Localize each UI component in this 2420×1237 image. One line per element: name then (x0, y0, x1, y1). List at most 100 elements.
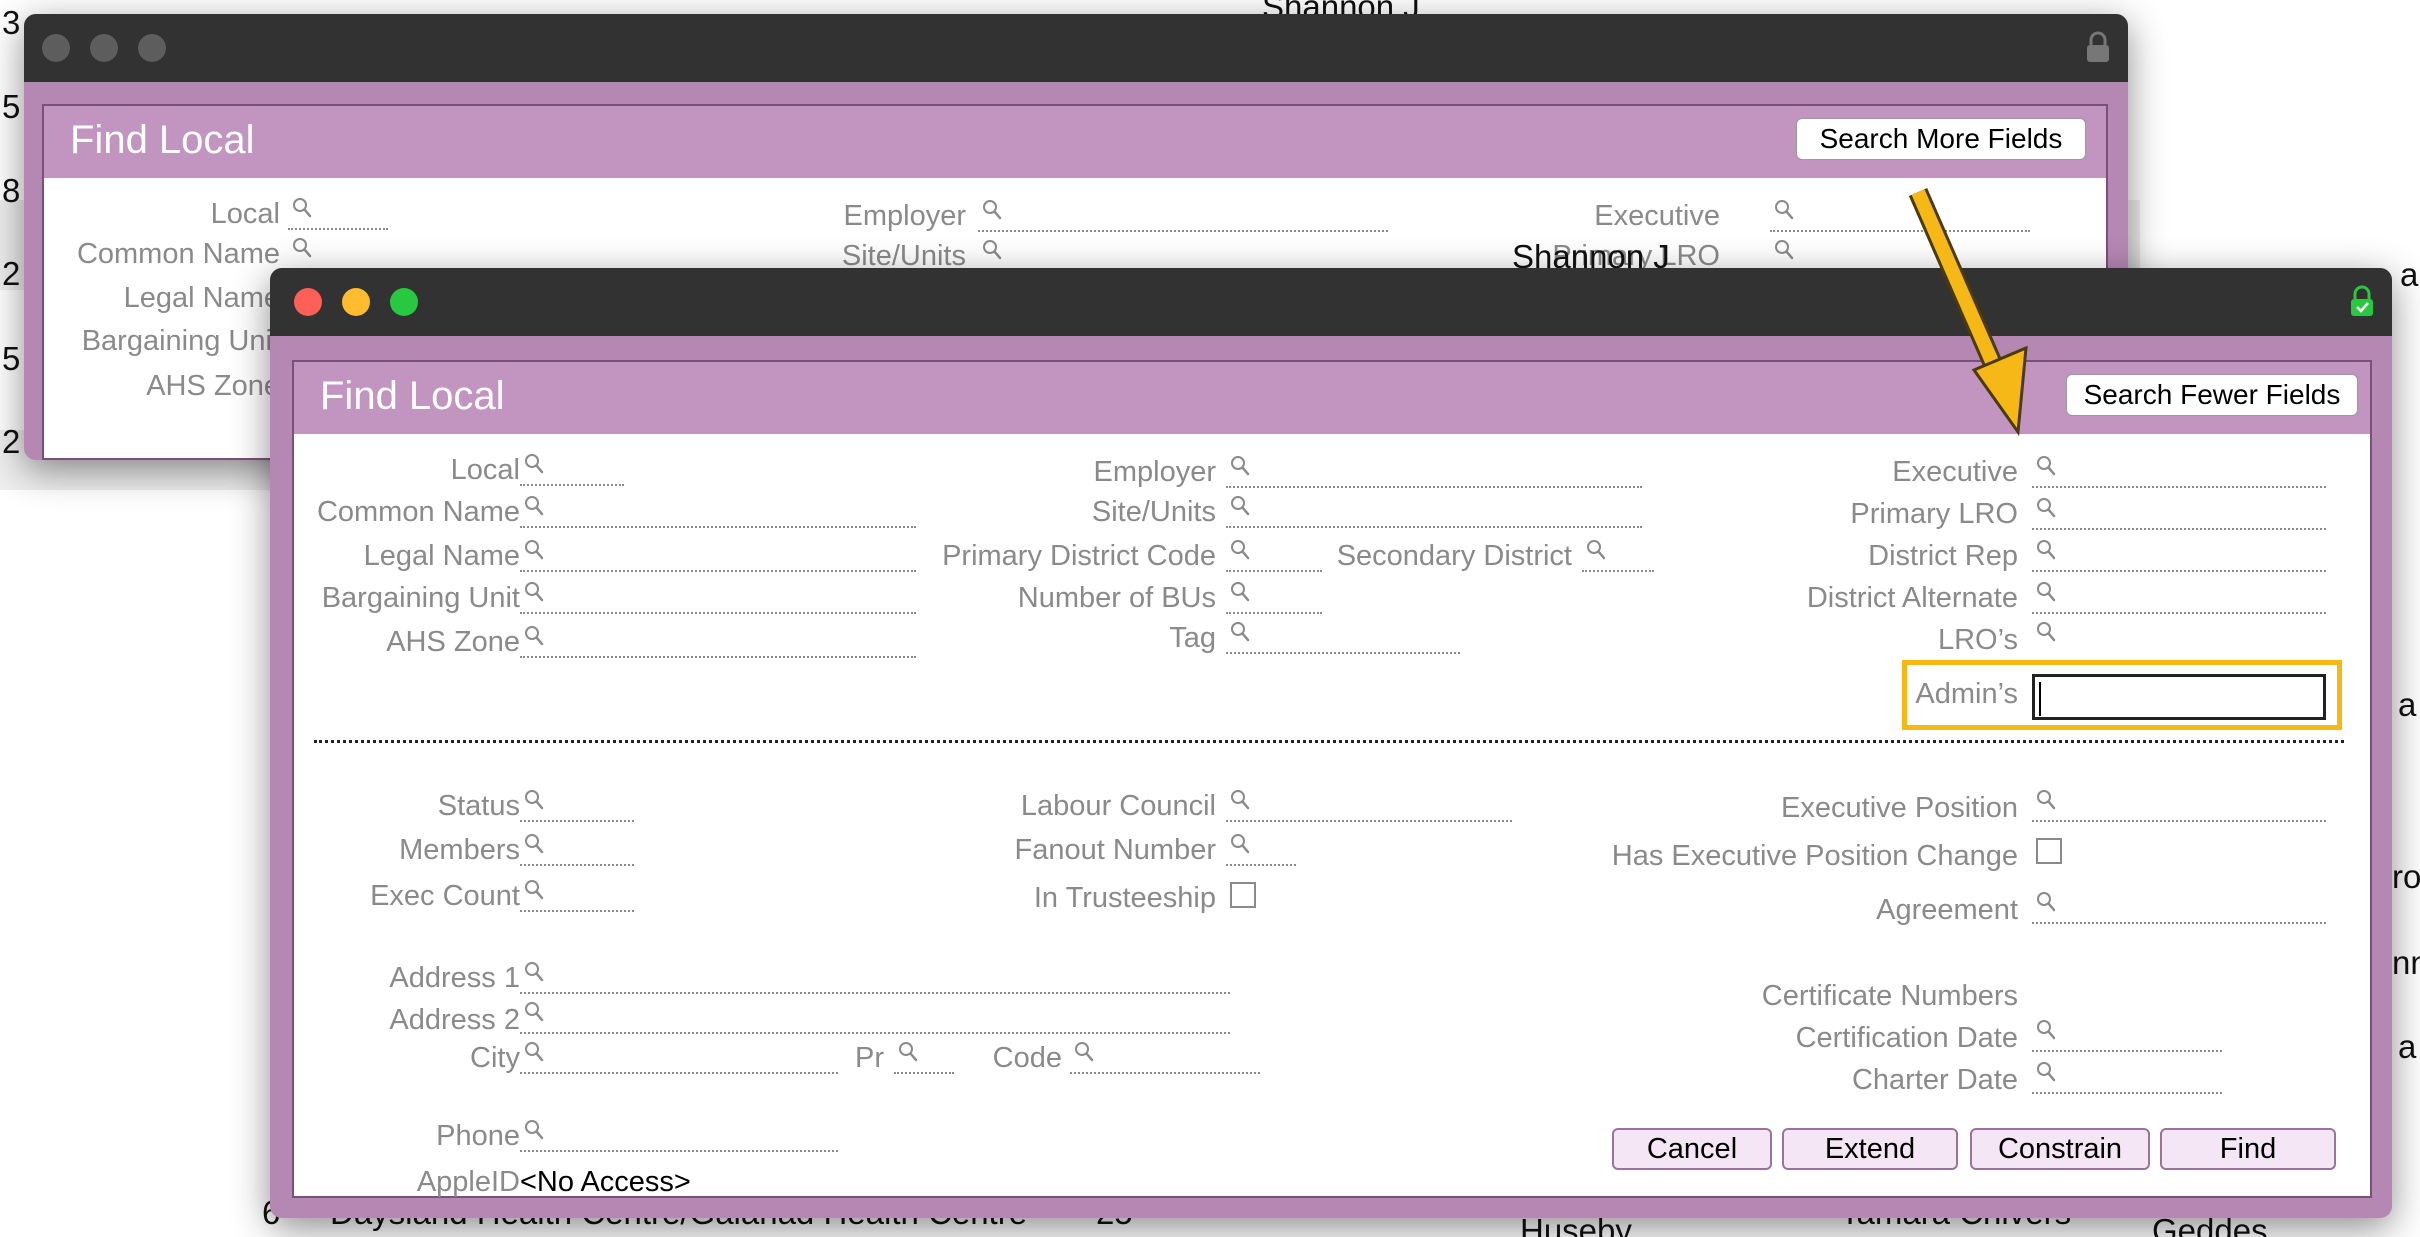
search-icon (2036, 455, 2056, 477)
constrain-button[interactable]: Constrain (1970, 1128, 2150, 1170)
back-employer-label: Employer (843, 200, 967, 232)
certification-date-label: Certification Date (1795, 1022, 2018, 1054)
certificate-numbers-label: Certificate Numbers (1761, 980, 2018, 1012)
address-2-search-field[interactable] (520, 998, 1230, 1034)
search-icon (1230, 789, 1250, 811)
charter-date-label: Charter Date (1851, 1064, 2018, 1096)
back-window-close-button[interactable] (42, 34, 70, 62)
search-icon (2036, 1061, 2056, 1083)
background-row-number: 5 (2, 340, 21, 377)
search-icon (292, 237, 312, 259)
search-fewer-fields-button[interactable]: Search Fewer Fields (2066, 374, 2358, 416)
secondary-district-search-field[interactable] (1582, 536, 1654, 572)
postal-code-search-field[interactable] (1070, 1038, 1260, 1074)
members-search-field[interactable] (520, 830, 634, 866)
legal-name-search-field[interactable] (520, 536, 916, 572)
background-row-number: 2 (2, 255, 21, 292)
phone-label: Phone (436, 1120, 520, 1152)
common-name-label: Common Name (316, 496, 520, 528)
executive-position-search-field[interactable] (2032, 786, 2326, 822)
agreement-label: Agreement (1876, 894, 2018, 926)
search-icon (982, 199, 1002, 221)
ahs-zone-search-field[interactable] (520, 622, 916, 658)
zoom-button[interactable] (390, 288, 418, 316)
address-2-label: Address 2 (389, 1004, 520, 1036)
lock-icon (2087, 31, 2109, 62)
find-button[interactable]: Find (2160, 1128, 2336, 1170)
close-button[interactable] (294, 288, 322, 316)
appleid-value: <No Access> (520, 1166, 691, 1198)
search-icon (524, 879, 544, 901)
primary-district-code-label: Primary District Code (942, 540, 1216, 572)
lros-search-field[interactable] (2032, 618, 2326, 654)
primary-lro-search-field[interactable] (2032, 494, 2326, 530)
annotation-arrow-icon (1908, 188, 2028, 437)
exec-count-search-field[interactable] (520, 876, 634, 912)
back-common-name-field[interactable] (288, 234, 318, 270)
back-window-zoom-button[interactable] (138, 34, 166, 62)
in-trusteeship-checkbox[interactable] (1230, 882, 1256, 908)
back-window-title: Find Local (70, 118, 255, 162)
local-label: Local (450, 454, 520, 486)
search-more-fields-button[interactable]: Search More Fields (1796, 118, 2086, 160)
local-search-field[interactable] (520, 450, 624, 486)
status-search-field[interactable] (520, 786, 634, 822)
search-icon (1774, 239, 1794, 261)
back-ahs-zone-label: AHS Zone (146, 370, 280, 402)
back-window-titlebar[interactable] (24, 14, 2128, 82)
appleid-label: AppleID (416, 1166, 520, 1198)
search-icon (898, 1041, 918, 1063)
certification-date-search-field[interactable] (2032, 1016, 2222, 1052)
district-alternate-search-field[interactable] (2032, 578, 2326, 614)
primary-district-code-search-field[interactable] (1226, 536, 1322, 572)
number-of-bus-search-field[interactable] (1226, 578, 1322, 614)
district-rep-label: District Rep (1868, 540, 2018, 572)
fanout-number-search-field[interactable] (1226, 830, 1296, 866)
cancel-button[interactable]: Cancel (1612, 1128, 1772, 1170)
search-icon (2036, 539, 2056, 561)
back-local-field[interactable] (288, 194, 388, 230)
admins-input[interactable] (2032, 674, 2326, 720)
back-window-header: Find Local Search More Fields (44, 106, 2106, 178)
search-icon (1230, 455, 1250, 477)
back-site-units-field[interactable] (978, 236, 1008, 272)
section-divider (314, 740, 2344, 743)
executive-label: Executive (1892, 456, 2018, 488)
employer-search-field[interactable] (1226, 452, 1642, 488)
charter-date-search-field[interactable] (2032, 1058, 2222, 1094)
site-units-search-field[interactable] (1226, 492, 1642, 528)
search-icon (2036, 621, 2056, 643)
search-icon (1230, 495, 1250, 517)
search-icon (524, 789, 544, 811)
search-icon (1230, 621, 1250, 643)
address-1-label: Address 1 (389, 962, 520, 994)
window-titlebar[interactable] (270, 268, 2392, 336)
background-row-number: 8 (2, 172, 21, 209)
executive-search-field[interactable] (2032, 452, 2326, 488)
text-cursor (2039, 682, 2041, 716)
agreement-search-field[interactable] (2032, 888, 2326, 924)
city-search-field[interactable] (520, 1038, 838, 1074)
back-window-minimize-button[interactable] (90, 34, 118, 62)
address-1-search-field[interactable] (520, 958, 1230, 994)
bargaining-unit-search-field[interactable] (520, 578, 916, 614)
extend-button[interactable]: Extend (1782, 1128, 1958, 1170)
number-of-bus-label: Number of BUs (1017, 582, 1216, 614)
common-name-search-field[interactable] (520, 492, 916, 528)
back-common-name-label: Common Name (76, 238, 280, 270)
background-cell: a (2398, 686, 2417, 723)
back-employer-field[interactable] (978, 196, 1388, 232)
back-primary-lro-field[interactable] (1770, 236, 1800, 272)
minimize-button[interactable] (342, 288, 370, 316)
labour-council-search-field[interactable] (1226, 786, 1512, 822)
has-executive-position-change-checkbox[interactable] (2036, 838, 2062, 864)
background-cell: nn (2392, 944, 2420, 981)
fanout-number-label: Fanout Number (1014, 834, 1217, 866)
province-search-field[interactable] (894, 1038, 954, 1074)
phone-search-field[interactable] (520, 1116, 838, 1152)
search-icon (524, 961, 544, 983)
has-executive-position-change-label: Has Executive Position Change (1611, 840, 2018, 872)
tag-search-field[interactable] (1226, 618, 1460, 654)
search-icon (2036, 789, 2056, 811)
district-rep-search-field[interactable] (2032, 536, 2326, 572)
